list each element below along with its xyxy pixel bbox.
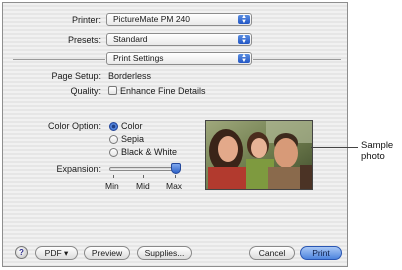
popup-arrows-icon: ▲ ▼ <box>238 14 250 24</box>
callout-line2: photo <box>361 151 385 162</box>
tick-label-max: Max <box>166 181 183 191</box>
color-option-label: Color Option: <box>47 121 101 131</box>
sample-photo <box>205 120 313 190</box>
print-button[interactable]: Print <box>300 246 342 260</box>
pdf-button[interactable]: PDF ▾ <box>35 246 78 260</box>
enhance-fine-details-checkbox[interactable] <box>108 86 117 95</box>
separator-left <box>13 59 105 60</box>
print-dialog: Printer: PictureMate PM 240 ▲ ▼ Presets: … <box>2 2 348 267</box>
callout-line <box>311 147 358 148</box>
printer-label: Printer: <box>71 15 101 25</box>
preview-button[interactable]: Preview <box>84 246 130 260</box>
popup-arrows-icon: ▲ ▼ <box>238 53 250 63</box>
popup-arrows-icon: ▲ ▼ <box>238 34 250 44</box>
expansion-label: Expansion: <box>56 164 101 174</box>
separator-right <box>253 59 341 60</box>
callout-line1: Sample <box>361 140 394 151</box>
printer-popup[interactable]: PictureMate PM 240 ▲ ▼ <box>106 13 252 26</box>
quality-label: Quality: <box>70 86 101 96</box>
color-radio-label[interactable]: Color <box>121 121 143 131</box>
supplies-button[interactable]: Supplies... <box>137 246 192 260</box>
enhance-fine-details-label[interactable]: Enhance Fine Details <box>120 86 206 96</box>
printer-value: PictureMate PM 240 <box>113 14 191 24</box>
black-white-radio-label[interactable]: Black & White <box>121 147 177 157</box>
tick-max <box>175 175 176 178</box>
tick-label-min: Min <box>105 181 119 191</box>
tick-mid <box>143 175 144 178</box>
presets-popup[interactable]: Standard ▲ ▼ <box>106 33 252 46</box>
sample-photo-callout: Sample photo <box>361 140 393 162</box>
panel-value: Print Settings <box>113 53 164 63</box>
sepia-radio-label[interactable]: Sepia <box>121 134 144 144</box>
tick-min <box>113 175 114 178</box>
panel-popup[interactable]: Print Settings ▲ ▼ <box>106 52 252 65</box>
help-button[interactable]: ? <box>15 246 28 259</box>
page-setup-label: Page Setup: <box>51 71 101 81</box>
color-radio[interactable] <box>109 122 118 131</box>
presets-label: Presets: <box>67 35 101 45</box>
tick-label-mid: Mid <box>136 181 150 191</box>
page-setup-value: Borderless <box>108 71 152 81</box>
expansion-slider-thumb[interactable] <box>171 163 181 174</box>
sepia-radio[interactable] <box>109 135 118 144</box>
black-white-radio[interactable] <box>109 148 118 157</box>
cancel-button[interactable]: Cancel <box>249 246 295 260</box>
presets-value: Standard <box>113 34 148 44</box>
